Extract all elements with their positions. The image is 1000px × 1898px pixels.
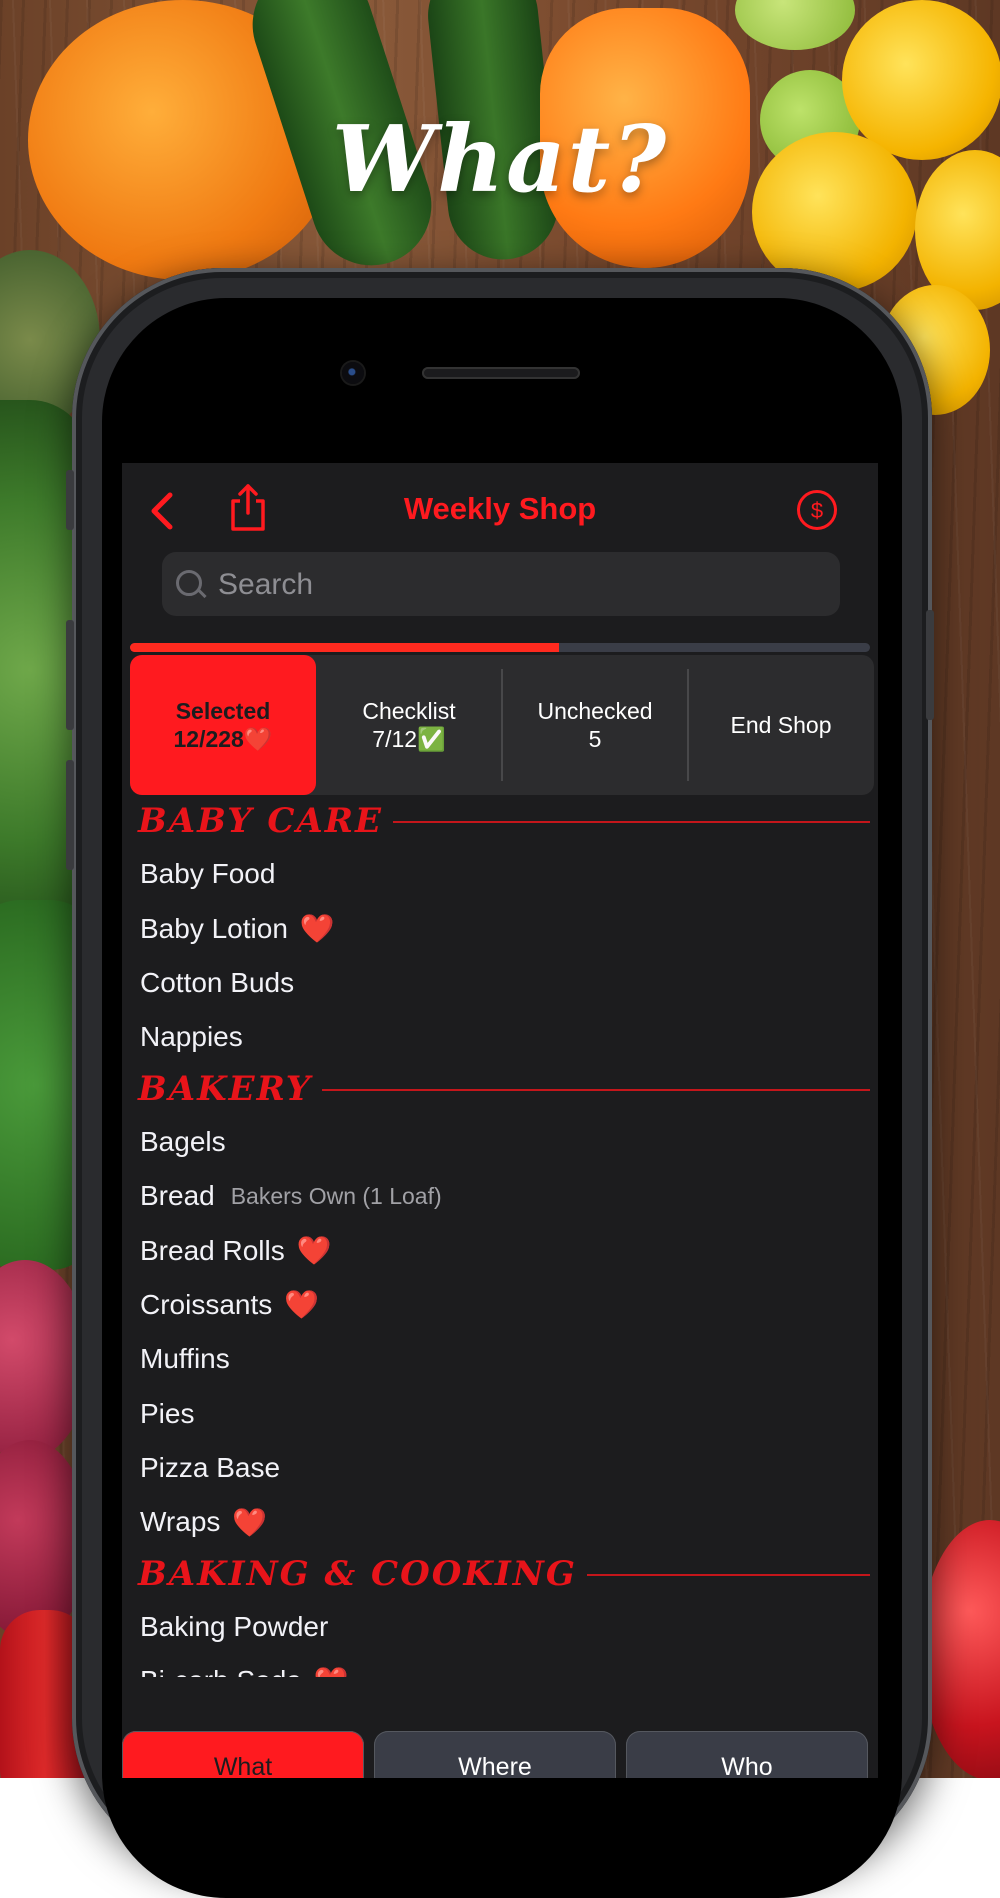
app-screen: Weekly Shop $ Selected 12/228❤️ Checklis… xyxy=(122,463,878,1778)
tab-where[interactable]: Where xyxy=(374,1731,616,1778)
item-name: Cotton Buds xyxy=(140,966,295,998)
tab-who[interactable]: Who xyxy=(626,1731,868,1778)
segment-end-shop[interactable]: End Shop xyxy=(688,655,874,795)
heart-icon: ❤️ xyxy=(284,1289,320,1321)
item-name: Bread xyxy=(140,1180,215,1212)
price-button[interactable]: $ xyxy=(796,489,838,531)
volume-button xyxy=(66,760,74,870)
front-camera xyxy=(342,362,364,384)
segment-unchecked[interactable]: Unchecked 5 xyxy=(502,655,688,795)
section-header: BABY CARE xyxy=(122,797,878,847)
heart-icon: ❤️ xyxy=(299,913,335,945)
lime-decoration xyxy=(735,0,855,50)
item-name: Muffins xyxy=(140,1343,230,1375)
svg-text:$: $ xyxy=(811,498,823,523)
earpiece-speaker xyxy=(422,367,580,379)
shopping-list[interactable]: BABY CARE Baby Food Baby Lotion ❤️ Cotton Bu… xyxy=(122,797,878,1677)
segment-checklist[interactable]: Checklist 7/12✅ xyxy=(316,655,502,795)
item-name: Bagels xyxy=(140,1125,226,1157)
search-input[interactable] xyxy=(216,552,820,618)
item-name: Pizza Base xyxy=(140,1452,281,1484)
item-name: Pies xyxy=(140,1397,195,1429)
item-note: Bakers Own (1 Loaf) xyxy=(230,1182,442,1209)
section-title: BAKERY xyxy=(138,1068,323,1109)
segment-label: Checklist xyxy=(362,698,456,724)
list-item[interactable]: Baby Lotion ❤️ xyxy=(122,901,878,955)
item-name: Bi-carb Soda xyxy=(140,1665,302,1677)
list-item[interactable]: Pies xyxy=(122,1387,878,1441)
section-title: BAKING & COOKING xyxy=(138,1553,587,1594)
item-name: Baking Powder xyxy=(140,1610,329,1642)
heart-icon: ❤️ xyxy=(296,1235,332,1267)
segment-count: 5 xyxy=(588,726,602,752)
segment-label: Unchecked xyxy=(537,698,653,724)
search-icon xyxy=(176,570,202,596)
section-header: BAKERY xyxy=(122,1065,878,1115)
list-item[interactable]: Pizza Base xyxy=(122,1441,878,1495)
list-item[interactable]: Baking Powder xyxy=(122,1600,878,1654)
list-item[interactable]: Bread Bakers Own (1 Loaf) xyxy=(122,1169,878,1223)
search-bar[interactable] xyxy=(162,552,840,618)
filter-segmented-control: Selected 12/228❤️ Checklist 7/12✅ Unchec… xyxy=(130,655,874,795)
list-item[interactable]: Nappies xyxy=(122,1010,878,1064)
section-header: BAKING & COOKING xyxy=(122,1550,878,1600)
list-item[interactable]: Bread Rolls ❤️ xyxy=(122,1223,878,1277)
page-title: Weekly Shop xyxy=(403,491,597,526)
progress-fill xyxy=(130,643,560,652)
segment-selected[interactable]: Selected 12/228❤️ xyxy=(130,655,316,795)
list-item[interactable]: Muffins xyxy=(122,1332,878,1386)
heart-icon: ❤️ xyxy=(232,1506,268,1538)
progress-bar xyxy=(130,643,870,652)
item-name: Bread Rolls xyxy=(140,1234,285,1266)
segment-label: Selected xyxy=(175,698,271,724)
tab-bar: What Where Who xyxy=(122,1731,878,1778)
heart-icon: ❤️ xyxy=(314,1665,349,1677)
apple-decoration xyxy=(920,1520,1000,1778)
headline: What? xyxy=(331,105,669,213)
list-item[interactable]: Bagels xyxy=(122,1115,878,1169)
list-item[interactable]: Cotton Buds xyxy=(122,956,878,1010)
item-name: Croissants xyxy=(140,1288,273,1320)
item-name: Baby Lotion xyxy=(140,912,288,944)
dollar-circle-icon: $ xyxy=(797,490,837,530)
volume-button xyxy=(66,470,74,530)
navigation-bar: Weekly Shop $ xyxy=(122,463,878,553)
segment-count: 7/12✅ xyxy=(372,726,446,752)
segment-count: 12/228❤️ xyxy=(173,726,273,752)
tab-what[interactable]: What xyxy=(122,1731,364,1778)
volume-button xyxy=(66,620,74,730)
item-name: Baby Food xyxy=(140,858,276,890)
item-name: Nappies xyxy=(140,1021,243,1053)
item-name: Wraps xyxy=(140,1506,221,1538)
segment-label: End Shop xyxy=(730,712,832,738)
list-item[interactable]: Croissants ❤️ xyxy=(122,1278,878,1332)
section-title: BABY CARE xyxy=(138,801,393,841)
list-item[interactable]: Wraps ❤️ xyxy=(122,1495,878,1549)
list-item[interactable]: Baby Food xyxy=(122,847,878,901)
list-item[interactable]: Bi-carb Soda ❤️ xyxy=(122,1654,878,1677)
power-button xyxy=(926,610,934,720)
